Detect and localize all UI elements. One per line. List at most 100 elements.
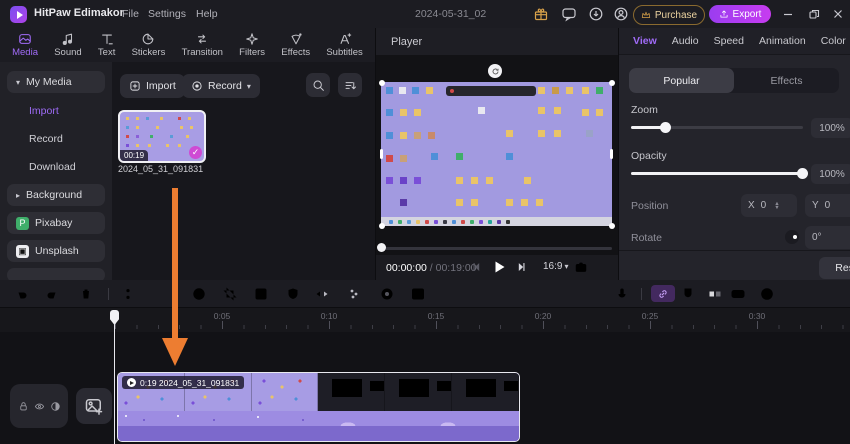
download-icon[interactable] — [588, 6, 604, 22]
stepper-arrows-icon[interactable]: ▲ ▼ — [774, 201, 779, 211]
mute-half-icon[interactable] — [50, 401, 61, 412]
divider — [619, 250, 850, 251]
feedback-icon[interactable] — [561, 6, 577, 22]
tab-media[interactable]: Media — [12, 32, 38, 58]
tab-text[interactable]: Text — [98, 32, 115, 58]
prev-frame-button[interactable] — [470, 260, 484, 274]
segmented-control: Popular Effects — [629, 68, 839, 93]
rotate-value[interactable]: 0° — [805, 226, 850, 249]
sidebar-item-partial[interactable] — [7, 268, 105, 280]
gift-icon[interactable] — [533, 6, 549, 22]
close-button[interactable] — [832, 8, 844, 20]
selection-handle-left[interactable] — [380, 149, 383, 159]
sort-button[interactable] — [338, 73, 362, 97]
undo-button[interactable] — [14, 286, 30, 302]
rotate-handle[interactable] — [488, 64, 502, 78]
freeze-frame-button[interactable] — [379, 286, 395, 302]
position-x-stepper[interactable]: X 0 ▲ ▼ — [741, 194, 797, 217]
export-button[interactable]: Export — [709, 5, 771, 23]
next-frame-button[interactable] — [514, 260, 528, 274]
record-button[interactable]: Record ▾ — [182, 74, 260, 98]
track-size-button[interactable] — [707, 286, 723, 302]
reset-button[interactable]: Reset — [819, 257, 850, 279]
sidebar-item-my-media[interactable]: ▾ My Media — [7, 71, 105, 93]
rotate-dial[interactable] — [785, 230, 799, 244]
sidebar-item-record[interactable]: Record — [7, 128, 105, 150]
segment-popular[interactable]: Popular — [629, 68, 734, 93]
preview-canvas[interactable] — [381, 82, 612, 226]
segment-effects[interactable]: Effects — [734, 68, 839, 93]
selection-handle-bl[interactable] — [379, 223, 385, 229]
stickers-icon — [141, 32, 155, 46]
canvas-grid-button[interactable] — [597, 260, 611, 274]
sidebar-item-pixabay[interactable]: P Pixabay — [7, 212, 105, 234]
adjust-button[interactable] — [346, 286, 362, 302]
media-file-name: 2024_05_31_091831 — [118, 164, 204, 174]
sidebar-item-background[interactable]: ▸ Background — [7, 184, 105, 206]
media-panel: Import Record ▾ 00:19 ✓ 2024_05_31_09183… — [112, 62, 375, 280]
opacity-slider[interactable] — [631, 168, 808, 179]
search-button[interactable] — [306, 73, 330, 97]
aspect-ratio-select[interactable]: 16:9 ▾ — [543, 261, 568, 272]
rotate-button[interactable] — [253, 286, 269, 302]
split-button[interactable] — [124, 286, 140, 302]
mask-button[interactable] — [285, 286, 301, 302]
timeline-ruler[interactable]: 0:05 0:10 0:15 0:20 0:25 0:30 — [0, 308, 850, 332]
seek-handle[interactable] — [377, 243, 386, 252]
flip-button[interactable] — [314, 286, 330, 302]
move-button[interactable] — [156, 286, 172, 302]
zoom-slider[interactable] — [631, 122, 803, 133]
tab-audio[interactable]: Audio — [672, 35, 699, 47]
selection-handle-tl[interactable] — [379, 80, 385, 86]
selection-handle-tr[interactable] — [609, 80, 615, 86]
restore-button[interactable] — [808, 8, 820, 20]
player-controls: 00:00:00 / 00:19:00 16:9 ▾ — [376, 255, 632, 280]
tab-stickers[interactable]: Stickers — [132, 32, 165, 58]
chevron-down-icon: ▾ — [246, 81, 251, 91]
redo-button[interactable] — [44, 286, 60, 302]
purchase-button[interactable]: Purchase — [633, 5, 705, 25]
crown-icon — [641, 10, 651, 20]
tab-transition[interactable]: Transition — [182, 32, 223, 58]
fit-timeline-button[interactable] — [730, 286, 746, 302]
snapshot-button[interactable] — [574, 260, 588, 274]
chevron-down-icon: ▾ — [16, 77, 21, 87]
tab-sound[interactable]: Sound — [54, 32, 82, 58]
tab-speed[interactable]: Speed — [714, 35, 744, 47]
seek-bar[interactable] — [381, 247, 612, 250]
opacity-value[interactable]: 100% — [811, 164, 850, 184]
zoom-value[interactable]: 100% — [811, 118, 850, 138]
minimize-button[interactable] — [782, 8, 794, 20]
sidebar-item-import[interactable]: Import — [7, 100, 105, 122]
tab-effects[interactable]: Effects — [281, 32, 310, 58]
speed-button[interactable] — [191, 286, 207, 302]
position-y-stepper[interactable]: Y 0 — [805, 194, 850, 217]
delete-button[interactable] — [78, 286, 94, 302]
eye-icon[interactable] — [34, 401, 45, 412]
menu-settings[interactable]: Settings — [148, 8, 186, 20]
menu-file[interactable]: File — [122, 8, 139, 20]
media-thumbnail[interactable]: 00:19 ✓ — [118, 110, 206, 163]
tab-color[interactable]: Color — [821, 35, 846, 47]
add-to-track-button[interactable] — [76, 388, 112, 424]
sidebar-item-unsplash[interactable]: ▣ Unsplash — [7, 240, 105, 262]
selection-handle-right[interactable] — [610, 149, 613, 159]
timeline-video-clip[interactable]: 0:19 2024_05_31_091831 — [117, 372, 520, 442]
menu-help[interactable]: Help — [196, 8, 218, 20]
crop-button[interactable] — [222, 286, 238, 302]
add-text-button[interactable] — [410, 286, 426, 302]
sidebar-item-download[interactable]: Download — [7, 156, 105, 178]
tab-filters[interactable]: Filters — [239, 32, 265, 58]
selection-handle-br[interactable] — [609, 223, 615, 229]
link-clips-button[interactable] — [651, 285, 675, 302]
tab-view[interactable]: View — [633, 35, 657, 47]
import-button[interactable]: Import — [120, 74, 185, 98]
tab-subtitles[interactable]: Subtitles — [326, 32, 363, 58]
tab-animation[interactable]: Animation — [759, 35, 806, 47]
lock-icon[interactable] — [18, 401, 29, 412]
snap-magnet-button[interactable] — [680, 286, 696, 302]
play-button[interactable] — [491, 259, 507, 275]
voiceover-button[interactable] — [614, 286, 630, 302]
account-icon[interactable] — [613, 6, 629, 22]
zoom-out-button[interactable] — [759, 286, 775, 302]
